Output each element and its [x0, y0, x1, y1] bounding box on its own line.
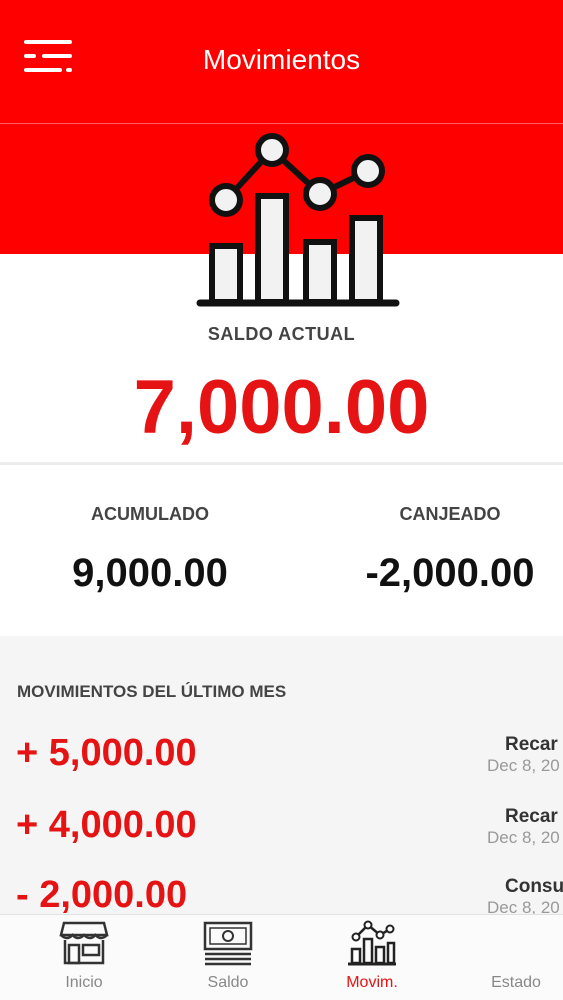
- nav-item-saldo[interactable]: Saldo: [158, 915, 298, 1000]
- bottom-navigation: Inicio Saldo Movim. Estado: [0, 914, 563, 1000]
- nav-item-movimientos[interactable]: Movim.: [302, 915, 442, 1000]
- acumulado-value: 9,000.00: [72, 551, 228, 595]
- nav-label-saldo: Saldo: [207, 974, 249, 991]
- cash-icon: [203, 921, 253, 966]
- app-header: Movimientos: [0, 0, 563, 124]
- movement-row[interactable]: + 4,000.00 Recar Dec 8, 20: [0, 804, 563, 864]
- balance-value: 7,000.00: [133, 365, 430, 450]
- movements-title: MOVIMIENTOS DEL ÚLTIMO MES: [17, 682, 287, 701]
- nav-label-inicio: Inicio: [65, 974, 103, 991]
- stat-canjeado: CANJEADO -2,000.00: [300, 504, 563, 596]
- movement-type: Recar: [505, 806, 558, 827]
- section-divider: [0, 462, 563, 465]
- nav-label-estado: Estado: [491, 974, 541, 991]
- movement-row[interactable]: - 2,000.00 Consu Dec 8, 20: [0, 874, 563, 916]
- movement-date: Dec 8, 20: [487, 756, 560, 775]
- nav-label-movimientos: Movim.: [346, 974, 398, 991]
- balance-label: SALDO ACTUAL: [207, 324, 356, 344]
- chart-icon: [348, 920, 396, 966]
- acumulado-label: ACUMULADO: [91, 504, 209, 524]
- canjeado-value: -2,000.00: [365, 551, 535, 595]
- chart-illustration-icon: [196, 133, 400, 307]
- movement-type: Recar: [505, 734, 558, 755]
- nav-item-estado[interactable]: Estado: [446, 915, 563, 1000]
- store-icon: [59, 921, 109, 965]
- movement-amount: + 5,000.00: [16, 732, 197, 774]
- movement-date: Dec 8, 20: [487, 828, 560, 847]
- stat-acumulado: ACUMULADO 9,000.00: [0, 504, 300, 596]
- nav-item-inicio[interactable]: Inicio: [14, 915, 154, 1000]
- movement-amount: + 4,000.00: [16, 804, 197, 846]
- movement-row[interactable]: + 5,000.00 Recar Dec 8, 20: [0, 732, 563, 792]
- page-title: Movimientos: [202, 44, 361, 75]
- canjeado-label: CANJEADO: [399, 504, 501, 524]
- movements-section[interactable]: MOVIMIENTOS DEL ÚLTIMO MES + 5,000.00 Re…: [0, 636, 563, 916]
- movement-amount: - 2,000.00: [16, 874, 188, 916]
- movement-type: Consu: [505, 876, 563, 897]
